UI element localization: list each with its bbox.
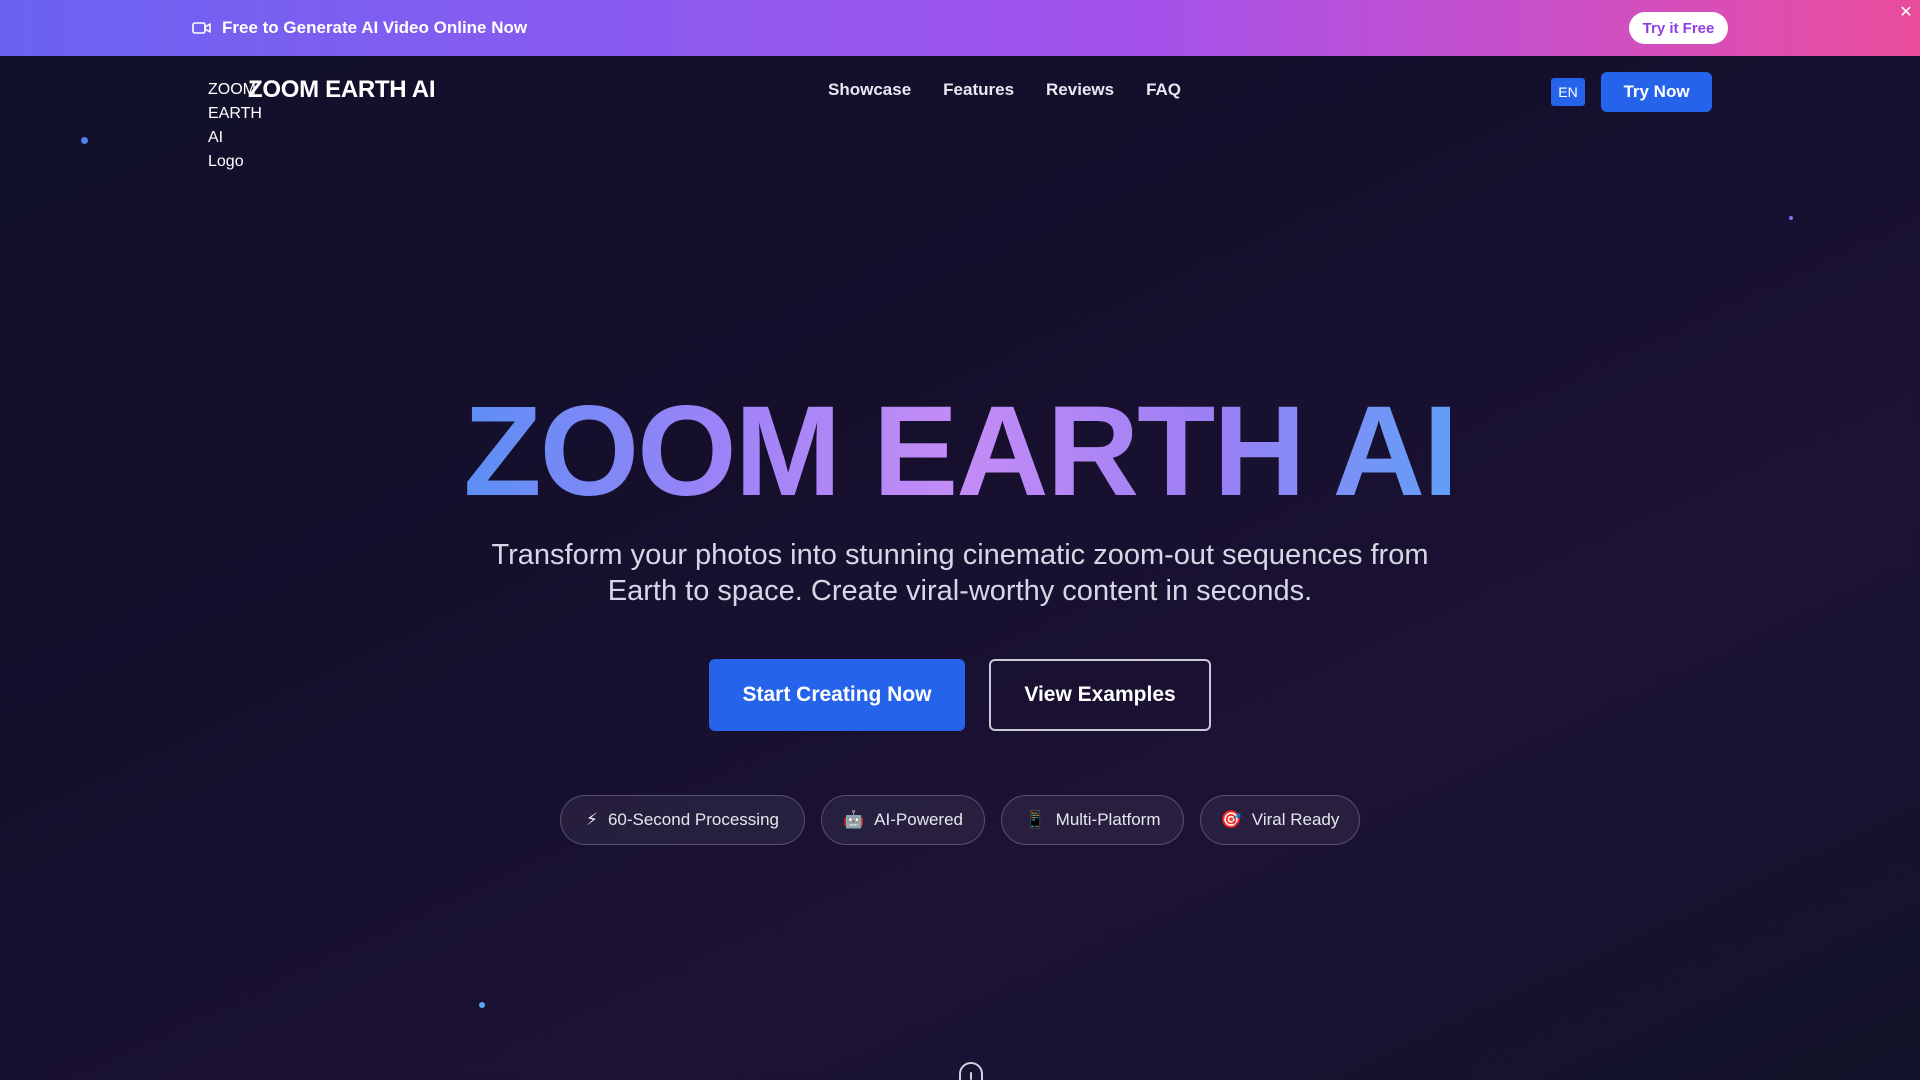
nav-link-reviews[interactable]: Reviews <box>1046 80 1114 100</box>
main-nav: Showcase Features Reviews FAQ <box>828 80 1181 100</box>
video-camera-icon <box>192 22 211 34</box>
hero-title: ZOOM EARTH AI <box>0 382 1920 522</box>
pill-label: AI-Powered <box>874 810 963 829</box>
language-selector[interactable]: EN <box>1551 78 1585 106</box>
nav-link-features[interactable]: Features <box>943 80 1014 100</box>
view-examples-button[interactable]: View Examples <box>989 659 1211 731</box>
feature-pill-processing: ⚡ 60-Second Processing <box>560 795 805 845</box>
hero-subtitle: Transform your photos into stunning cine… <box>491 539 1429 607</box>
lightning-icon: ⚡ <box>586 810 598 829</box>
promo-text: Free to Generate AI Video Online Now <box>222 18 528 37</box>
nav-link-showcase[interactable]: Showcase <box>828 80 911 100</box>
pill-label: Multi-Platform <box>1055 810 1161 829</box>
feature-pill-ai: 🤖 AI-Powered <box>821 795 985 845</box>
scroll-down-icon[interactable] <box>959 1062 983 1080</box>
hero-title-text: ZOOM EARTH AI <box>463 380 1458 523</box>
promo-message: Free to Generate AI Video Online Now <box>192 0 527 56</box>
feature-pill-platform: 📱 Multi-Platform <box>1001 795 1184 845</box>
decorative-dot <box>1789 216 1793 220</box>
target-icon: 🎯 <box>1220 810 1242 829</box>
decorative-dot <box>479 1002 485 1008</box>
try-it-free-button[interactable]: Try it Free <box>1629 12 1728 44</box>
nav-link-faq[interactable]: FAQ <box>1146 80 1181 100</box>
promo-banner: Free to Generate AI Video Online Now Try… <box>0 0 1920 56</box>
start-creating-button[interactable]: Start Creating Now <box>709 659 965 731</box>
robot-icon: 🤖 <box>843 810 865 829</box>
decorative-dot <box>81 137 88 144</box>
phone-icon: 📱 <box>1024 810 1046 829</box>
close-icon[interactable]: ✕ <box>1896 1 1916 23</box>
pill-label: Viral Ready <box>1251 810 1340 829</box>
brand-name[interactable]: ZOOM EARTH AI <box>248 76 436 104</box>
try-now-button[interactable]: Try Now <box>1601 72 1712 112</box>
pill-label: 60-Second Processing <box>607 810 779 829</box>
feature-pill-viral: 🎯 Viral Ready <box>1200 795 1360 845</box>
